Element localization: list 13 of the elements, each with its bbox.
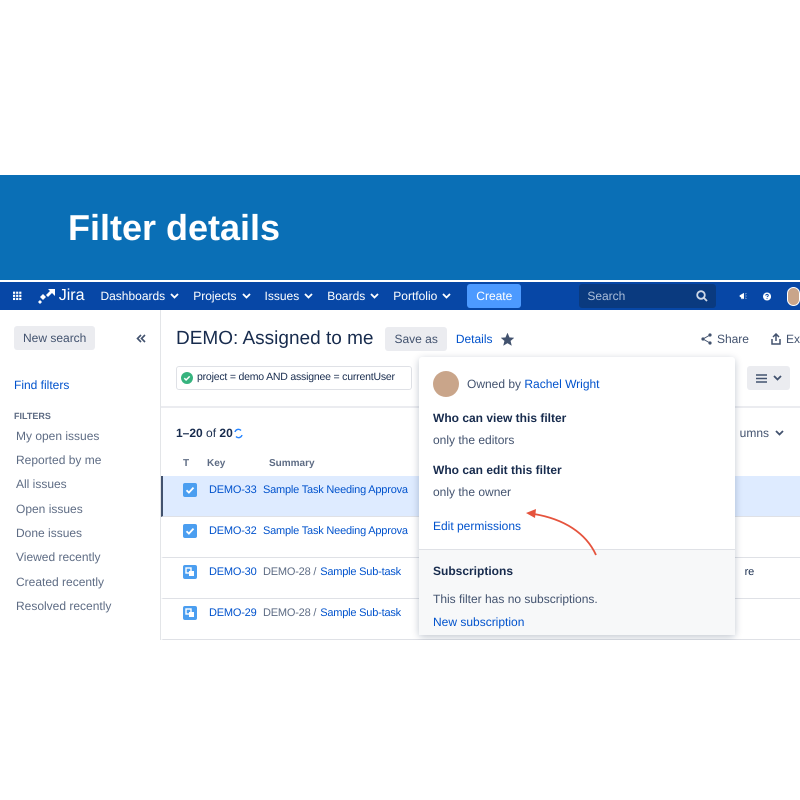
section-heading: FILTERS xyxy=(14,410,52,423)
section-value: only the editors xyxy=(433,432,516,449)
filter-title: DEMO: Assigned to me xyxy=(176,326,374,351)
section-heading: Who can edit this filter xyxy=(433,462,563,479)
subscriptions-text: This filter has no subscriptions. xyxy=(433,591,599,608)
result-count: 1–20 of 20 xyxy=(176,425,233,442)
section-heading: Who can view this filter xyxy=(433,410,568,427)
section-heading: Subscriptions xyxy=(433,563,514,580)
query-text: project = demo AND assignee = currentUser xyxy=(197,370,395,386)
owner-text: Owned by Rachel Wright xyxy=(467,376,600,393)
banner-title: Filter details xyxy=(68,206,280,250)
section-value: only the owner xyxy=(433,484,512,501)
table-cell-text: re xyxy=(744,565,754,580)
